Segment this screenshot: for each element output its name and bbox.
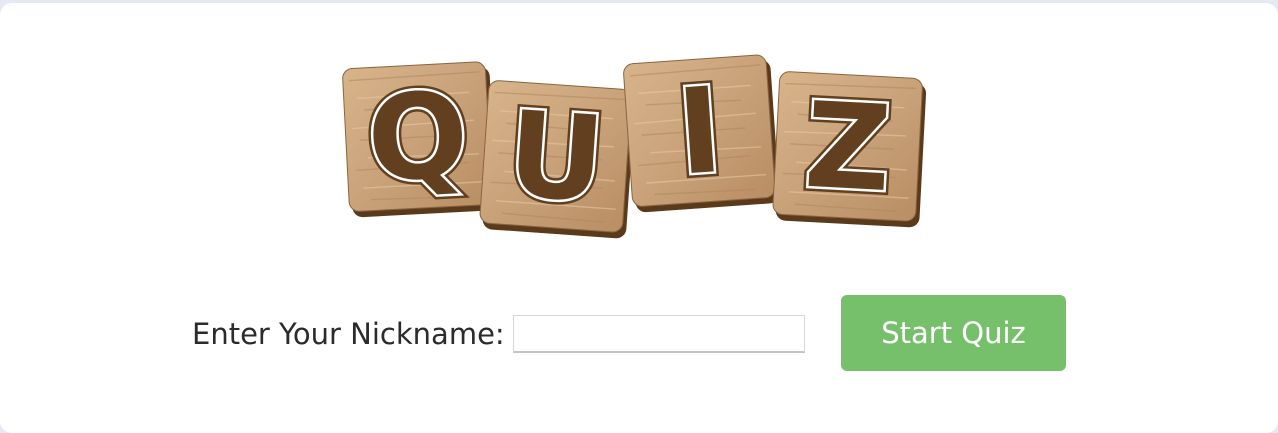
logo-tile-z: ZZ [772,71,928,229]
tile-letter: U [504,85,609,229]
quiz-start-card: QQ UU II ZZ Enter Your Nickname: Start Q… [0,3,1278,433]
tile-letter: Q [364,66,471,209]
nickname-label: Enter Your Nickname: [192,317,505,351]
logo-tile-u: UU [479,80,637,240]
tile-letter: Z [802,76,895,218]
logo-tile-i: II [623,54,781,214]
logo-tile-q: QQ [342,61,498,219]
nickname-input[interactable] [513,315,805,353]
start-quiz-button[interactable]: Start Quiz [841,295,1066,371]
quiz-logo: QQ UU II ZZ [340,51,940,256]
